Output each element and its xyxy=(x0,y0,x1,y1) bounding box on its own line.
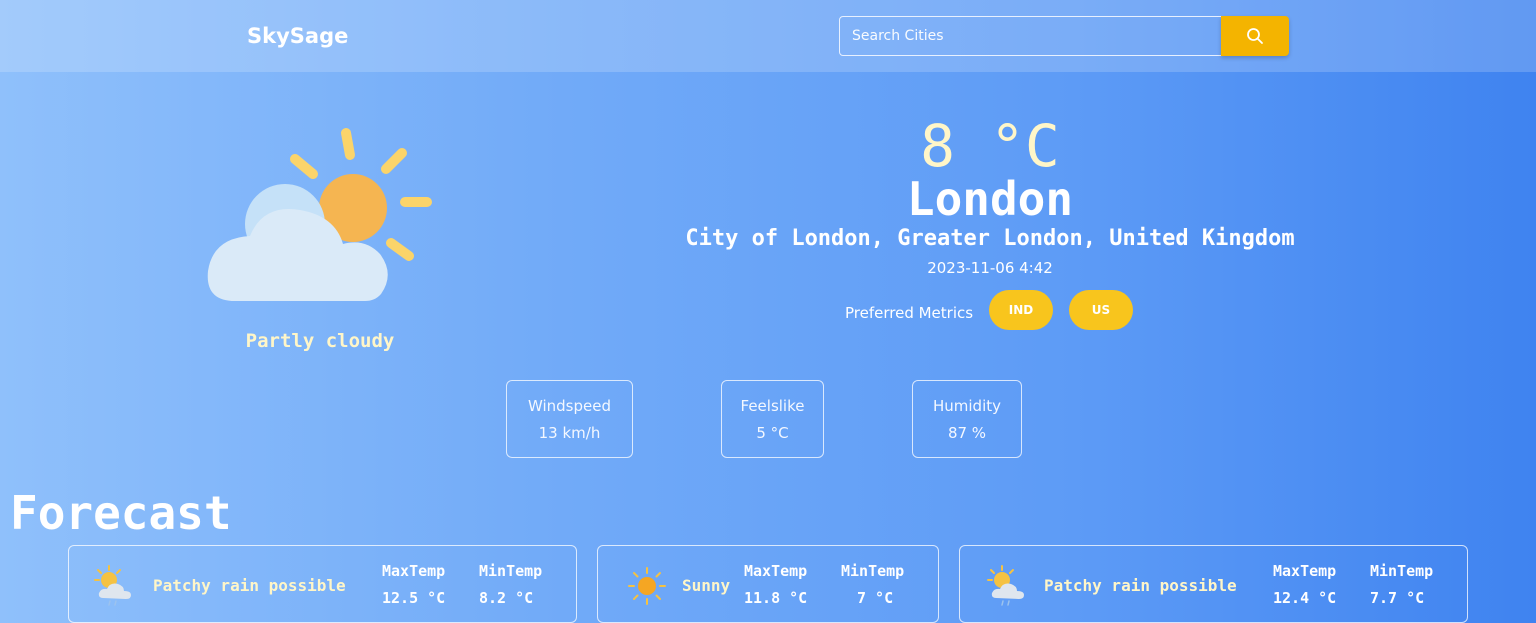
forecast-card: Sunny MaxTemp 11.8 °C MinTemp 7 °C xyxy=(597,545,939,623)
humidity-label: Humidity xyxy=(932,397,1001,415)
humidity-value: 87 % xyxy=(947,424,987,442)
brand-logo[interactable]: SkySage xyxy=(247,24,348,48)
forecast-max: MaxTemp 12.5 °C xyxy=(382,562,445,607)
forecast-condition: Patchy rain possible xyxy=(153,576,346,595)
max-temp-value: 12.5 °C xyxy=(382,589,446,607)
preferred-metrics-label: Preferred Metrics xyxy=(845,304,974,322)
current-condition: Partly cloudy xyxy=(245,330,395,352)
windspeed-value: 13 km/h xyxy=(538,424,601,442)
max-temp-label: MaxTemp xyxy=(744,562,808,580)
forecast-card: Patchy rain possible MaxTemp 12.5 °C Min… xyxy=(68,545,577,623)
search-input[interactable] xyxy=(839,16,1223,56)
search-icon xyxy=(1247,28,1263,44)
search-button[interactable] xyxy=(1221,16,1289,56)
forecast-title: Forecast xyxy=(10,486,232,540)
patchy-rain-icon xyxy=(987,565,1024,606)
min-temp-value: 7 °C xyxy=(857,589,894,607)
min-temp-label: MinTemp xyxy=(1370,562,1434,580)
local-time: 2023-11-06 4:42 xyxy=(927,259,1053,277)
min-temp-value: 8.2 °C xyxy=(479,589,534,607)
forecast-card: Patchy rain possible MaxTemp 12.4 °C Min… xyxy=(959,545,1468,623)
max-temp-label: MaxTemp xyxy=(1273,562,1337,580)
max-temp-label: MaxTemp xyxy=(382,562,446,580)
forecast-max: MaxTemp 12.4 °C xyxy=(1273,562,1336,607)
forecast-condition: Sunny xyxy=(682,576,731,595)
forecast-condition: Patchy rain possible xyxy=(1044,576,1237,595)
forecast-min: MinTemp 7 °C xyxy=(841,562,904,607)
region-name: City of London, Greater London, United K… xyxy=(685,226,1295,251)
metric-us-button[interactable]: US xyxy=(1069,290,1133,330)
forecast-min: MinTemp 7.7 °C xyxy=(1370,562,1433,607)
current-temperature: 8 °C xyxy=(920,112,1060,180)
min-temp-label: MinTemp xyxy=(841,562,905,580)
max-temp-value: 11.8 °C xyxy=(744,589,808,607)
forecast-max: MaxTemp 11.8 °C xyxy=(744,562,807,607)
partly-cloudy-icon xyxy=(207,128,432,301)
windspeed-card: Windspeed 13 km/h xyxy=(506,380,633,458)
navbar: SkySage xyxy=(0,0,1536,72)
windspeed-label: Windspeed xyxy=(527,397,611,415)
min-temp-value: 7.7 °C xyxy=(1370,589,1425,607)
forecast-min: MinTemp 8.2 °C xyxy=(479,562,542,607)
max-temp-value: 12.4 °C xyxy=(1273,589,1337,607)
humidity-card: Humidity 87 % xyxy=(912,380,1022,458)
city-name: London xyxy=(906,172,1074,226)
feelslike-card: Feelslike 5 °C xyxy=(721,380,824,458)
patchy-rain-icon xyxy=(94,565,131,606)
feelslike-label: Feelslike xyxy=(740,397,805,415)
feelslike-value: 5 °C xyxy=(756,424,789,442)
sun-icon xyxy=(628,567,666,605)
min-temp-label: MinTemp xyxy=(479,562,543,580)
metric-ind-button[interactable]: IND xyxy=(989,290,1053,330)
